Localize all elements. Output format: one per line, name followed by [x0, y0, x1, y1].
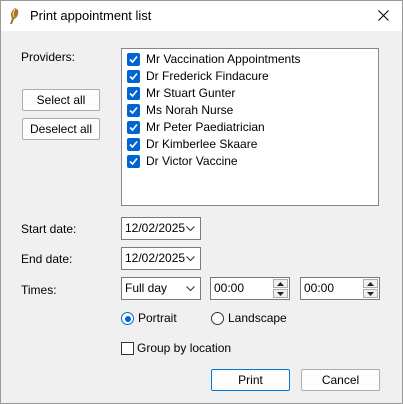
start-date-picker[interactable]: 12/02/2025	[121, 217, 201, 240]
print-button[interactable]: Print	[211, 369, 290, 391]
spin-down-button[interactable]	[273, 289, 288, 298]
window-title: Print appointment list	[30, 8, 152, 23]
providers-listbox[interactable]: Mr Vaccination Appointments Dr Frederick…	[121, 48, 379, 206]
times-range-select[interactable]: Full day	[121, 277, 201, 300]
landscape-label[interactable]: Landscape	[228, 311, 287, 325]
check-icon	[129, 140, 138, 149]
portrait-radio[interactable]	[121, 312, 134, 325]
end-date-picker[interactable]: 12/02/2025	[121, 247, 201, 270]
portrait-label[interactable]: Portrait	[138, 311, 177, 325]
spin-up-button[interactable]	[363, 279, 378, 288]
provider-label: Mr Peter Paediatrician	[146, 120, 265, 134]
provider-label: Dr Victor Vaccine	[146, 154, 238, 168]
provider-label: Mr Stuart Gunter	[146, 86, 236, 100]
check-icon	[129, 123, 138, 132]
landscape-radio[interactable]	[211, 312, 224, 325]
triangle-up-icon	[367, 282, 374, 286]
checkbox-checked[interactable]	[127, 104, 140, 117]
spin-up-button[interactable]	[273, 279, 288, 288]
title-bar: Print appointment list	[1, 1, 402, 31]
check-icon	[129, 55, 138, 64]
spin-down-button[interactable]	[363, 289, 378, 298]
print-appointment-list-dialog: Print appointment list Providers: Select…	[0, 0, 403, 404]
time-from-spinner[interactable]: 00:00	[210, 277, 290, 300]
time-to-spinner[interactable]: 00:00	[300, 277, 380, 300]
group-by-location-checkbox[interactable]	[121, 342, 134, 355]
chevron-down-icon	[186, 226, 195, 232]
checkbox-checked[interactable]	[127, 155, 140, 168]
deselect-all-button[interactable]: Deselect all	[22, 118, 100, 140]
spin-buttons	[363, 279, 378, 298]
checkbox-checked[interactable]	[127, 53, 140, 66]
checkbox-checked[interactable]	[127, 121, 140, 134]
close-icon	[378, 10, 389, 21]
checkbox-checked[interactable]	[127, 138, 140, 151]
times-range-value: Full day	[125, 281, 168, 295]
triangle-down-icon	[367, 292, 374, 296]
group-by-location-label[interactable]: Group by location	[137, 341, 231, 355]
spin-buttons	[273, 279, 288, 298]
times-label: Times:	[21, 283, 57, 297]
provider-label: Mr Vaccination Appointments	[146, 52, 301, 66]
provider-label: Dr Frederick Findacure	[146, 69, 269, 83]
time-from-value: 00:00	[214, 281, 245, 295]
check-icon	[129, 72, 138, 81]
end-date-value: 12/02/2025	[125, 251, 186, 265]
checkbox-checked[interactable]	[127, 70, 140, 83]
end-date-label: End date:	[21, 252, 73, 266]
close-button[interactable]	[366, 1, 402, 31]
triangle-up-icon	[277, 282, 284, 286]
chevron-down-icon	[186, 286, 195, 292]
check-icon	[129, 106, 138, 115]
start-date-value: 12/02/2025	[125, 221, 186, 235]
time-to-value: 00:00	[304, 281, 335, 295]
triangle-down-icon	[277, 292, 284, 296]
app-icon	[7, 7, 23, 25]
cancel-button[interactable]: Cancel	[301, 369, 380, 391]
check-icon	[129, 157, 138, 166]
provider-label: Dr Kimberlee Skaare	[146, 137, 258, 151]
chevron-down-icon	[186, 256, 195, 262]
checkbox-checked[interactable]	[127, 87, 140, 100]
providers-label: Providers:	[21, 50, 76, 64]
start-date-label: Start date:	[21, 222, 77, 236]
check-icon	[129, 89, 138, 98]
select-all-button[interactable]: Select all	[22, 89, 100, 111]
provider-label: Ms Norah Nurse	[146, 103, 234, 117]
